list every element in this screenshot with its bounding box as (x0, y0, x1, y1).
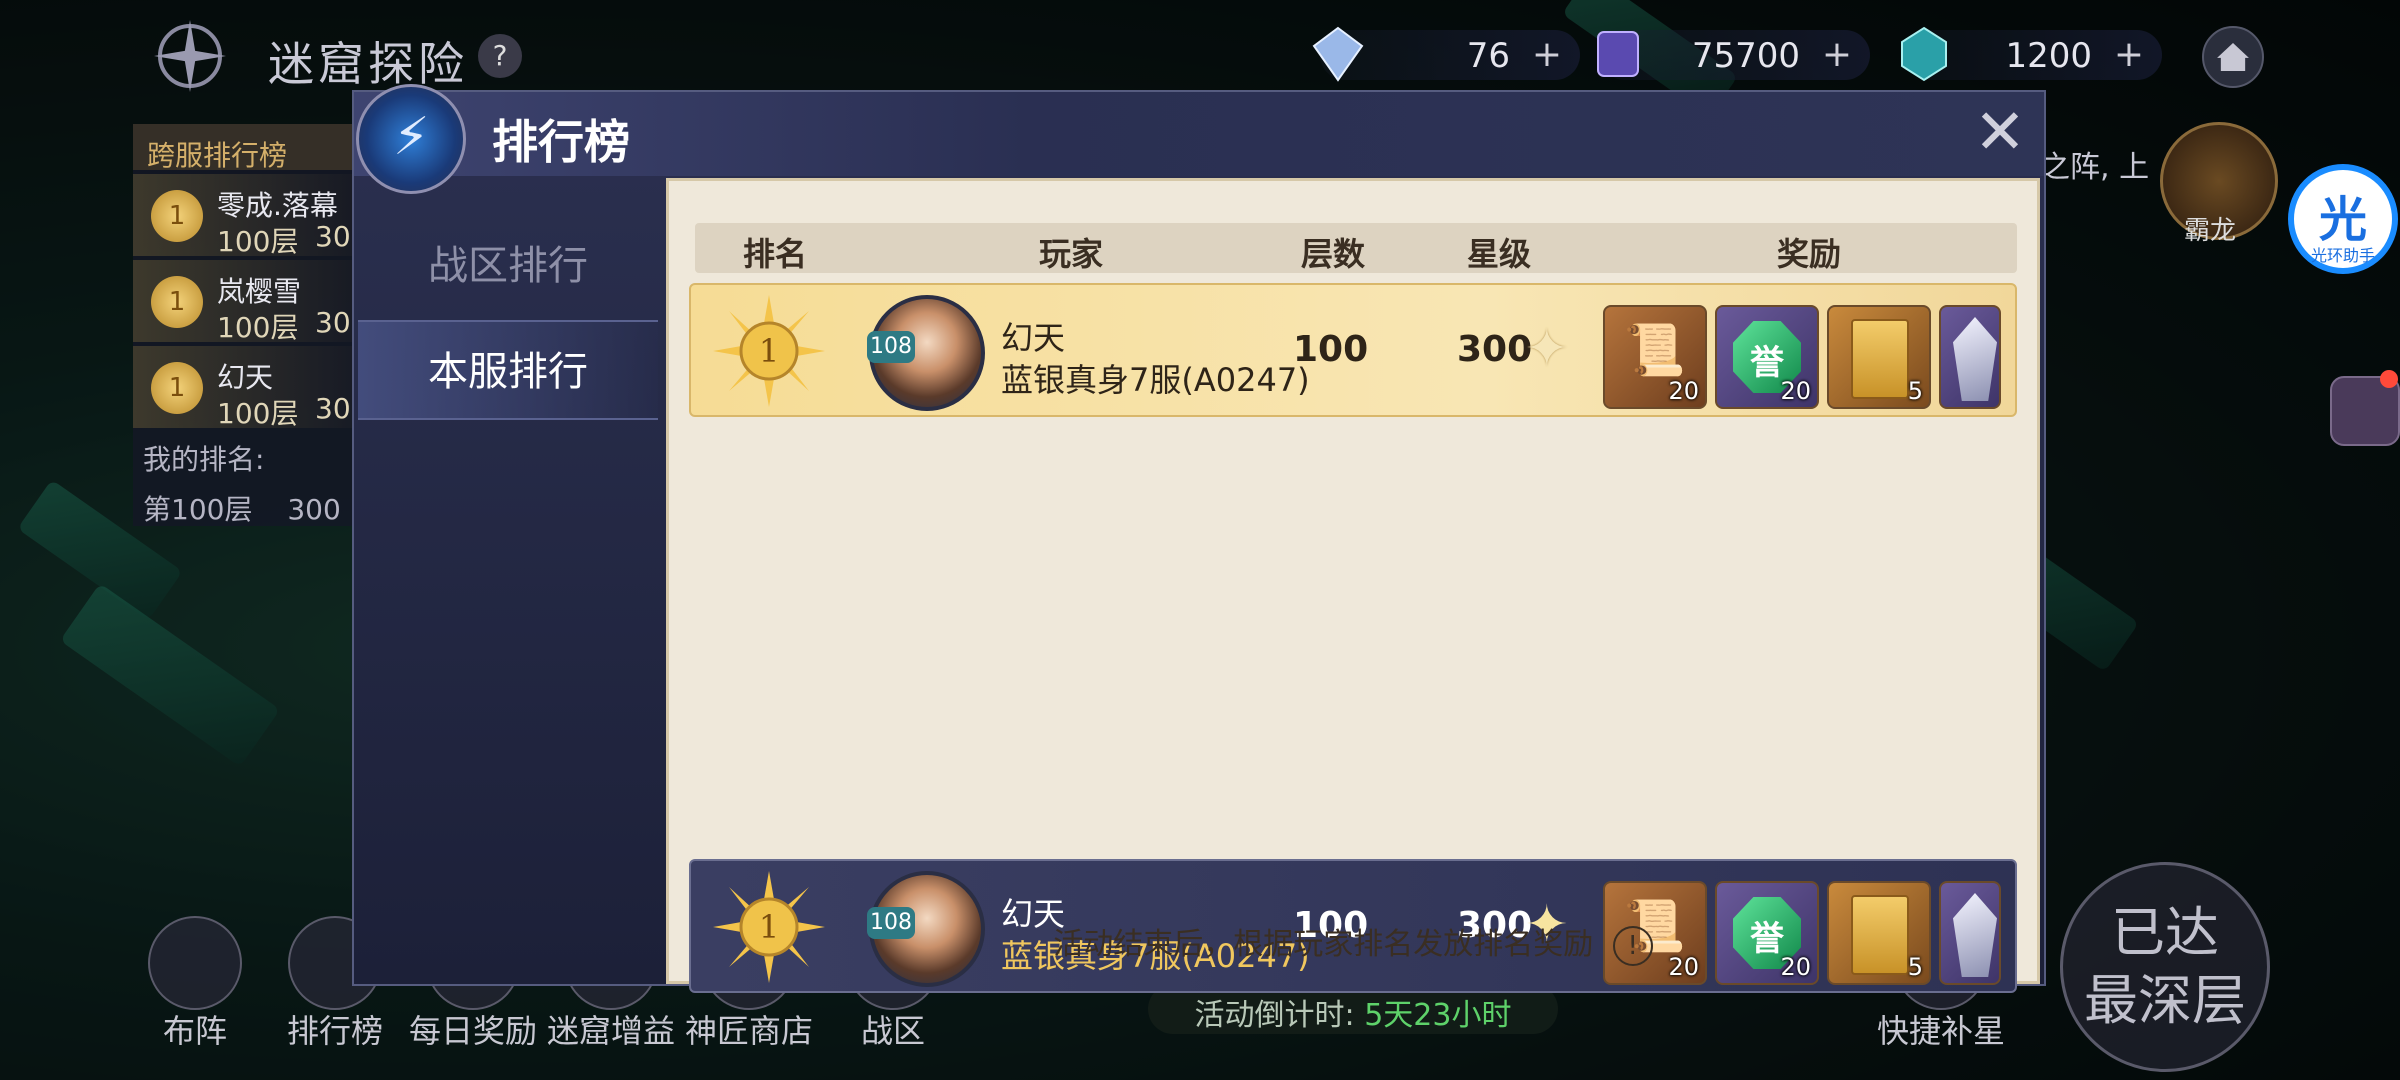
add-currency-button[interactable]: + (1532, 34, 1562, 75)
teal-gem-icon (1901, 26, 1947, 82)
player-name: 幻天 (217, 361, 274, 394)
notice-text: 活动结束后，根据玩家排名发放排名奖励 (1053, 927, 1594, 962)
floor-count: 100层 (217, 225, 299, 258)
my-rank-label: 我的排名: (143, 443, 265, 476)
currency-value: 75700 (1691, 36, 1800, 76)
countdown-label: 活动倒计时: (1194, 998, 1355, 1033)
notification-dot (2380, 370, 2398, 388)
crystal-icon (1953, 317, 1997, 401)
col-rewards: 奖励 (1777, 235, 1842, 273)
reward-count: 20 (1668, 377, 1699, 405)
rank-medal-icon: 1 (151, 276, 203, 328)
rank-medal-icon: 1 (151, 190, 203, 242)
side-description: 之阵, 上 (2040, 150, 2150, 185)
help-button[interactable]: ? (478, 34, 522, 78)
side-tabs: 战区排行 本服排行 (354, 176, 664, 986)
purple-gem-icon (1597, 31, 1639, 77)
ranking-content: 排名 玩家 层数 星级 奖励 1 108 幻天 蓝银真身7服(A0247) 10… (666, 178, 2040, 993)
table-header: 排名 玩家 层数 星级 奖励 (695, 223, 2017, 273)
close-button[interactable]: ✕ (1970, 101, 2030, 163)
scroll-icon: 📜 (1623, 321, 1687, 379)
add-currency-button[interactable]: + (1822, 34, 1852, 75)
rank-medal-icon: 1 (151, 362, 203, 414)
tab-server-ranking[interactable]: 本服排行 (358, 320, 658, 420)
currency-purple-gem: 75700 + (1597, 30, 1870, 80)
currency-value: 1200 (2005, 36, 2092, 76)
my-floor: 第100层 (143, 493, 253, 526)
nav-formation[interactable]: 布阵 (130, 910, 260, 1060)
cross-server-leaderboard-panel: 跨服排行榜 1 零成.落幕 100层 30 1 岚樱雪 100层 30 1 幻天… (133, 124, 363, 526)
reward-crystal-item[interactable] (1939, 305, 2001, 409)
score: 30 (315, 392, 351, 425)
player-name: 零成.落幕 (217, 189, 338, 222)
rank-number: 1 (759, 332, 779, 370)
assistant-label: 光环助手 (2310, 246, 2375, 265)
nav-label: 战区 (860, 1012, 925, 1050)
floor-count: 100层 (217, 311, 299, 344)
col-rank: 排名 (743, 235, 808, 273)
list-item[interactable]: 1 幻天 100层 30 (133, 346, 363, 430)
home-icon (2217, 42, 2249, 72)
game-mode-title: 迷窟探险 (268, 37, 468, 91)
book-icon (1851, 319, 1909, 399)
reward-notice: 活动结束后，根据玩家排名发放排名奖励 ! (669, 919, 2037, 966)
countdown-value: 5天23小时 (1364, 998, 1512, 1033)
leaderboard-modal: ⚡ 排行榜 ✕ 战区排行 本服排行 排名 玩家 层数 星级 奖励 1 108 幻… (352, 84, 2046, 993)
compass-logo-icon (154, 20, 226, 92)
home-button[interactable] (2202, 26, 2264, 88)
currency-diamond: 76 + (1312, 26, 1580, 82)
player-name: 岚樱雪 (217, 275, 302, 308)
floor-count: 100 (1293, 329, 1369, 370)
col-stars: 星级 (1467, 235, 1532, 273)
col-player: 玩家 (1039, 235, 1104, 273)
currency-teal-gem: 1200 + (1901, 26, 2162, 82)
score: 30 (315, 306, 351, 339)
diamond-icon (1312, 26, 1364, 82)
col-floors: 层数 (1301, 235, 1366, 273)
currency-value: 76 (1466, 36, 1510, 76)
formation-icon (148, 916, 242, 1010)
score: 30 (315, 220, 351, 253)
list-item[interactable]: 1 零成.落幕 100层 30 (133, 174, 363, 258)
my-score: 300 (287, 493, 341, 526)
assistant-logo-icon: 光 (2318, 192, 2367, 248)
reward-scroll-item[interactable]: 📜 20 (1603, 305, 1707, 409)
floor-count: 100层 (217, 397, 299, 430)
boss-label: 霸龙 (2184, 216, 2237, 246)
reward-book-item[interactable]: 5 (1827, 305, 1931, 409)
table-row[interactable]: 1 108 幻天 蓝银真身7服(A0247) 100 300 ✦ 📜 20 誉 … (689, 283, 2017, 417)
reward-count: 20 (1780, 377, 1811, 405)
reward-honor-gem-item[interactable]: 誉 20 (1715, 305, 1819, 409)
reward-count: 5 (1907, 377, 1923, 405)
rank-sun-medal-icon: 1 (713, 295, 825, 407)
player-name: 幻天 (1001, 319, 1066, 357)
modal-header: ⚡ 排行榜 ✕ (354, 84, 2044, 194)
assistant-button[interactable]: 光 光环助手 (2288, 164, 2398, 274)
player-level-badge: 108 (867, 331, 915, 363)
my-rank-summary: 第100层 300 (133, 488, 363, 538)
tab-battlezone-ranking[interactable]: 战区排行 (358, 216, 658, 316)
player-server: 蓝银真身7服(A0247) (1001, 361, 1310, 399)
star-count: 300 (1457, 329, 1533, 370)
panel-header: 跨服排行榜 (133, 124, 363, 172)
list-item[interactable]: 1 岚樱雪 100层 30 (133, 260, 363, 344)
modal-title: 排行榜 (492, 115, 630, 169)
nav-label: 快捷补星 (1876, 1012, 2005, 1050)
star-icon: ✦ (1525, 319, 1569, 379)
info-icon[interactable]: ! (1612, 925, 1653, 966)
add-currency-button[interactable]: + (2114, 34, 2144, 75)
